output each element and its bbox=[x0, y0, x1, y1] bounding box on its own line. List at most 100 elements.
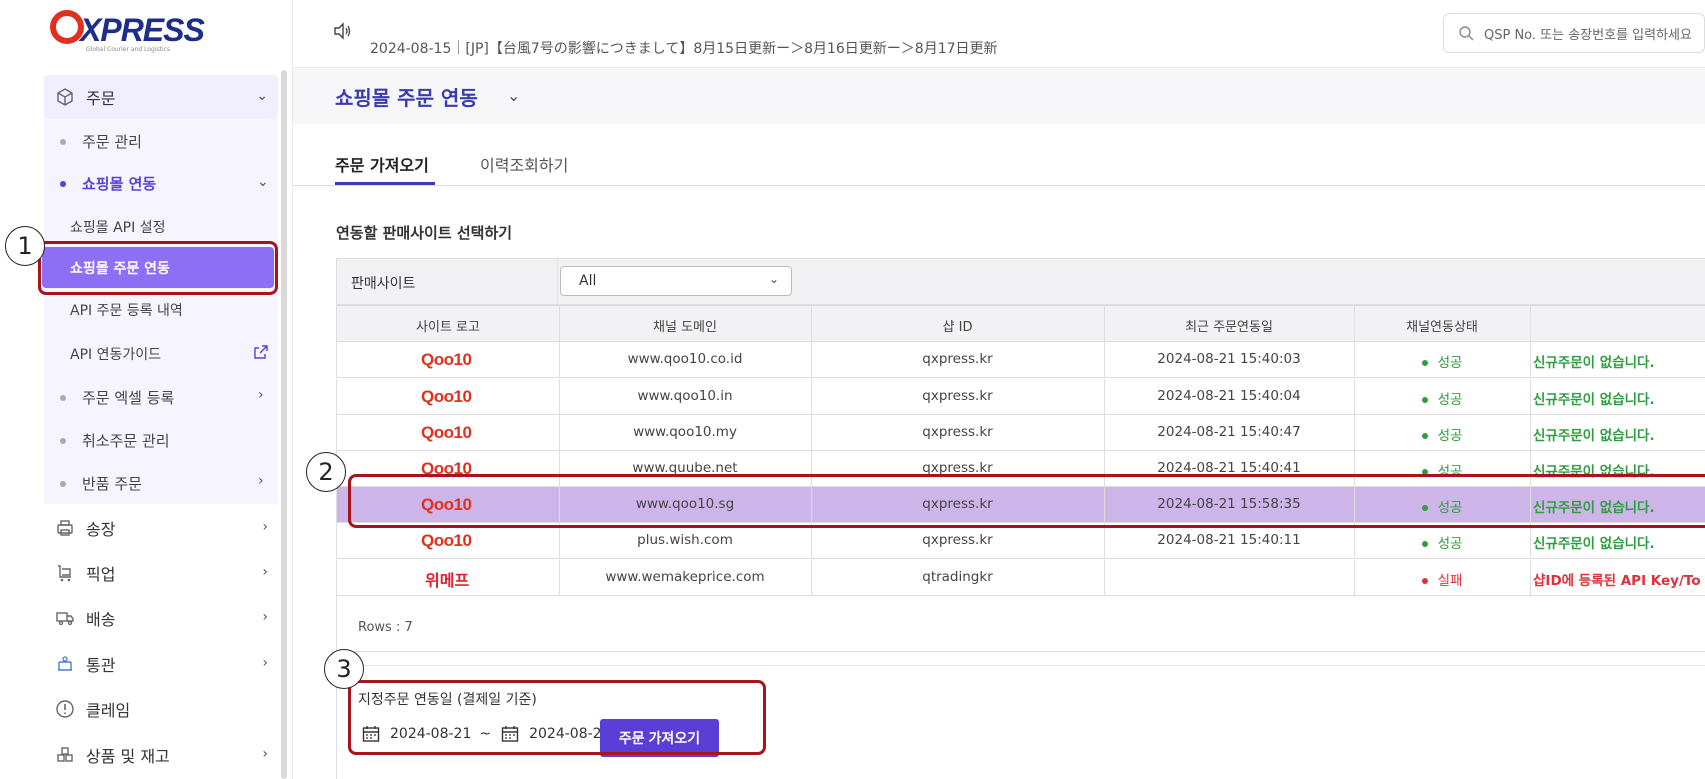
table-row[interactable]: Qoo10 www.qoo10.in qxpress.kr 2024-08-21 15… bbox=[336, 379, 1705, 415]
logo-text: XPRESS bbox=[80, 12, 205, 48]
tab-bar: 주문 가져오기 이력조회하기 bbox=[293, 124, 1705, 186]
filter-row: 판매사이트 All ⌄ bbox=[336, 258, 1705, 305]
sidebar-item-excel-order[interactable]: 주문 엑셀 등록 bbox=[60, 387, 174, 408]
rows-count: Rows : 7 bbox=[358, 620, 413, 635]
annotation-box-2 bbox=[348, 474, 1705, 528]
table-row[interactable]: Qoo10 www.qoo10.my qxpress.kr 2024-08-21 15… bbox=[336, 415, 1705, 451]
cell-message: 신규주문이 없습니다. bbox=[1533, 428, 1655, 444]
nav-order-label: 주문 bbox=[86, 89, 116, 108]
nav-claim[interactable]: 클레임 bbox=[44, 687, 278, 731]
cell-domain: www.wemakeprice.com bbox=[605, 569, 765, 585]
status-dot-icon bbox=[1421, 360, 1428, 366]
customs-icon bbox=[54, 653, 76, 675]
cell-date: 2024-08-21 15:40:47 bbox=[1157, 424, 1301, 440]
chevron-down-icon: ⌄ bbox=[256, 88, 268, 104]
nav-delivery-label: 배송 bbox=[86, 610, 116, 629]
sidebar-item-api-guide[interactable]: API 연동가이드 bbox=[70, 344, 161, 364]
sidebar-item-label: 주문 관리 bbox=[82, 133, 142, 151]
nav-products-label: 상품 및 재고 bbox=[86, 747, 170, 766]
table-header: 사이트 로고 채널 도메인 샵 ID 최근 주문연동일 채널연동상태 bbox=[336, 305, 1705, 342]
chevron-right-icon: › bbox=[262, 519, 268, 535]
annotation-number-1: 1 bbox=[5, 226, 45, 266]
nav-products[interactable]: 상품 및 재고 › bbox=[44, 733, 278, 777]
sidebar-item-api-order-history[interactable]: API 주문 등록 내역 bbox=[70, 300, 183, 320]
cell-domain: www.qoo10.my bbox=[633, 424, 737, 440]
nav-pickup[interactable]: 픽업 › bbox=[44, 551, 278, 595]
status-dot-icon bbox=[1421, 433, 1428, 439]
cell-status: 성공 bbox=[1354, 424, 1530, 444]
sidebar-item-return-order[interactable]: 반품 주문 bbox=[60, 473, 142, 494]
cell-shop-id: qxpress.kr bbox=[922, 351, 993, 367]
nav-claim-label: 클레임 bbox=[86, 701, 131, 720]
status-text: 실패 bbox=[1437, 573, 1463, 589]
table-row[interactable]: Qoo10 plus.wish.com qxpress.kr 2024-08-21 1… bbox=[336, 523, 1705, 559]
bullet-icon bbox=[60, 138, 66, 145]
cell-status: 실패 bbox=[1354, 569, 1530, 589]
sidebar-item-mall-link[interactable]: 쇼핑몰 연동 bbox=[60, 173, 156, 194]
cell-shop-id: qxpress.kr bbox=[922, 424, 993, 440]
divider bbox=[557, 259, 558, 305]
annotation-number-2: 2 bbox=[306, 452, 346, 492]
bullet-icon bbox=[60, 394, 66, 401]
table-row[interactable]: 위메프 www.wemakeprice.com qtradingkr 실패 샵ID에 등… bbox=[336, 560, 1705, 596]
qxpress-logo[interactable]: XPRESS Global Courier and Logistics bbox=[50, 10, 205, 53]
wemakeprice-logo: 위메프 bbox=[425, 571, 470, 590]
sidebar-item-cancel-order[interactable]: 취소주문 관리 bbox=[60, 430, 170, 451]
cart-icon bbox=[54, 562, 76, 584]
nav-customs[interactable]: 통관 › bbox=[44, 642, 278, 686]
divider bbox=[1530, 560, 1531, 595]
printer-icon bbox=[54, 517, 76, 539]
cell-date: 2024-08-21 15:40:11 bbox=[1157, 532, 1301, 548]
divider bbox=[1530, 415, 1531, 450]
cell-message: 신규주문이 없습니다. bbox=[1533, 355, 1655, 371]
cell-domain: plus.wish.com bbox=[637, 532, 733, 548]
cell-shop-id: qtradingkr bbox=[922, 569, 993, 585]
boxes-icon bbox=[54, 744, 76, 766]
search-placeholder: QSP No. 또는 송장번호를 입력하세요 bbox=[1484, 27, 1692, 43]
cell-message: 신규주문이 없습니다. bbox=[1533, 392, 1655, 408]
qoo10-logo: Qoo10 bbox=[421, 423, 472, 442]
tab-fetch-orders[interactable]: 주문 가져오기 bbox=[335, 152, 429, 176]
external-link-icon[interactable] bbox=[253, 344, 269, 360]
divider bbox=[1530, 306, 1531, 341]
nav-waybill-label: 송장 bbox=[86, 520, 116, 539]
logo-q-mark bbox=[50, 10, 84, 44]
status-text: 성공 bbox=[1437, 428, 1463, 444]
nav-customs-label: 통관 bbox=[86, 656, 116, 675]
nav-delivery[interactable]: 배송 › bbox=[44, 596, 278, 640]
sidebar-item-mall-api[interactable]: 쇼핑몰 API 설정 bbox=[70, 217, 165, 237]
search-input[interactable]: QSP No. 또는 송장번호를 입력하세요 bbox=[1443, 13, 1705, 53]
sidebar-item-label: 취소주문 관리 bbox=[82, 432, 170, 450]
divider bbox=[1530, 523, 1531, 558]
column-header: 최근 주문연동일 bbox=[1185, 320, 1273, 335]
cell-domain: www.qoo10.co.id bbox=[627, 351, 743, 367]
chevron-right-icon: › bbox=[262, 655, 268, 671]
site-select[interactable]: All ⌄ bbox=[560, 266, 792, 296]
chevron-right-icon: › bbox=[258, 473, 264, 489]
divider bbox=[1104, 560, 1105, 595]
filter-label: 판매사이트 bbox=[351, 276, 416, 292]
cell-status: 성공 bbox=[1354, 388, 1530, 408]
chevron-down-icon[interactable]: ⌄ bbox=[507, 86, 520, 105]
nav-order[interactable]: 주문 ⌄ bbox=[44, 75, 278, 119]
qoo10-logo: Qoo10 bbox=[421, 350, 472, 369]
chevron-right-icon: › bbox=[262, 746, 268, 762]
table-row[interactable]: Qoo10 www.qoo10.co.id qxpress.kr 2024-08-21… bbox=[336, 342, 1705, 378]
chevron-right-icon: › bbox=[262, 564, 268, 580]
sidebar-scrollbar[interactable] bbox=[281, 70, 287, 779]
notice-text[interactable]: 2024-08-15｜[JP]【台風7号の影響につきまして】8月15日更新ー＞8… bbox=[370, 38, 998, 58]
chevron-right-icon: › bbox=[262, 609, 268, 625]
page-header: 쇼핑몰 주문 연동 ⌄ bbox=[293, 68, 1705, 124]
tab-history[interactable]: 이력조회하기 bbox=[480, 152, 568, 176]
sidebar-item-order-manage[interactable]: 주문 관리 bbox=[60, 131, 142, 152]
divider bbox=[1530, 379, 1531, 414]
divider bbox=[336, 665, 1705, 666]
nav-waybill[interactable]: 송장 › bbox=[44, 506, 278, 550]
alert-circle-icon bbox=[54, 698, 76, 720]
status-text: 성공 bbox=[1437, 536, 1463, 552]
section-title: 연동할 판매사이트 선택하기 bbox=[336, 224, 513, 242]
cell-status: 성공 bbox=[1354, 351, 1530, 371]
logo-subtitle: Global Courier and Logistics bbox=[86, 46, 171, 53]
annotation-box-3 bbox=[348, 680, 766, 755]
speaker-icon bbox=[334, 22, 351, 40]
